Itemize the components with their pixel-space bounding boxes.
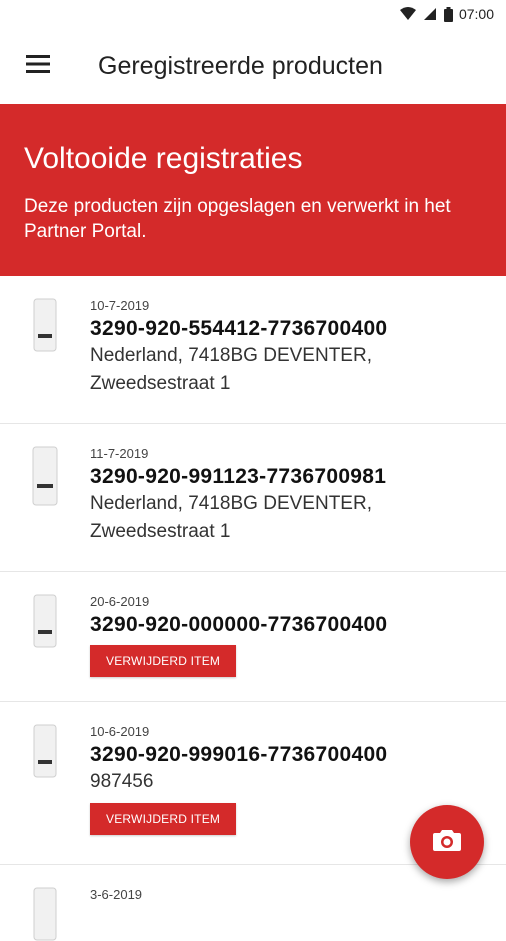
list-item[interactable]: 11-7-2019 3290-920-991123-7736700981 Ned… xyxy=(0,424,506,572)
battery-icon xyxy=(443,6,453,22)
status-time: 07:00 xyxy=(458,6,494,22)
boiler-icon xyxy=(0,572,90,701)
product-code: 3290-920-000000-7736700400 xyxy=(90,613,388,636)
page-title: Geregistreerde producten xyxy=(98,51,383,80)
product-reference: 987456 xyxy=(90,771,154,792)
scan-camera-button[interactable] xyxy=(410,805,484,879)
product-code: 3290-920-554412-7736700400 xyxy=(90,317,388,340)
product-date: 10-7-2019 xyxy=(90,298,150,313)
boiler-icon xyxy=(0,424,90,571)
product-date: 11-7-2019 xyxy=(90,446,149,461)
product-code: 3290-920-991123-7736700981 xyxy=(90,465,387,488)
boiler-icon xyxy=(0,865,90,941)
signal-icon xyxy=(422,7,438,21)
list-item[interactable]: 10-7-2019 3290-920-554412-7736700400 Ned… xyxy=(0,276,506,424)
completed-banner: Voltooide registraties Deze producten zi… xyxy=(0,104,506,276)
product-date: 10-6-2019 xyxy=(90,724,150,739)
product-address-line2: Zweedsestraat 1 xyxy=(90,521,231,542)
product-address-line1: Nederland, 7418BG DEVENTER, xyxy=(90,345,372,366)
status-badge: VERWIJDERD ITEM xyxy=(90,803,237,835)
list-item[interactable]: 20-6-2019 3290-920-000000-7736700400 VER… xyxy=(0,572,506,702)
camera-icon xyxy=(433,828,461,857)
menu-button[interactable] xyxy=(0,28,76,104)
status-badge: VERWIJDERD ITEM xyxy=(90,645,237,677)
banner-heading: Voltooide registraties xyxy=(24,142,303,175)
app-bar: Geregistreerde producten xyxy=(0,28,506,104)
banner-subtitle: Deze producten zijn opgeslagen en verwer… xyxy=(24,196,451,242)
product-address-line2: Zweedsestraat 1 xyxy=(90,373,231,394)
boiler-icon xyxy=(0,276,90,423)
menu-icon xyxy=(25,54,51,79)
product-code: 3290-920-999016-7736700400 xyxy=(90,743,388,766)
boiler-icon xyxy=(0,702,90,864)
wifi-icon xyxy=(399,7,416,21)
product-address-line1: Nederland, 7418BG DEVENTER, xyxy=(90,493,372,514)
product-date: 20-6-2019 xyxy=(90,594,150,609)
status-bar: 07:00 xyxy=(0,0,506,28)
